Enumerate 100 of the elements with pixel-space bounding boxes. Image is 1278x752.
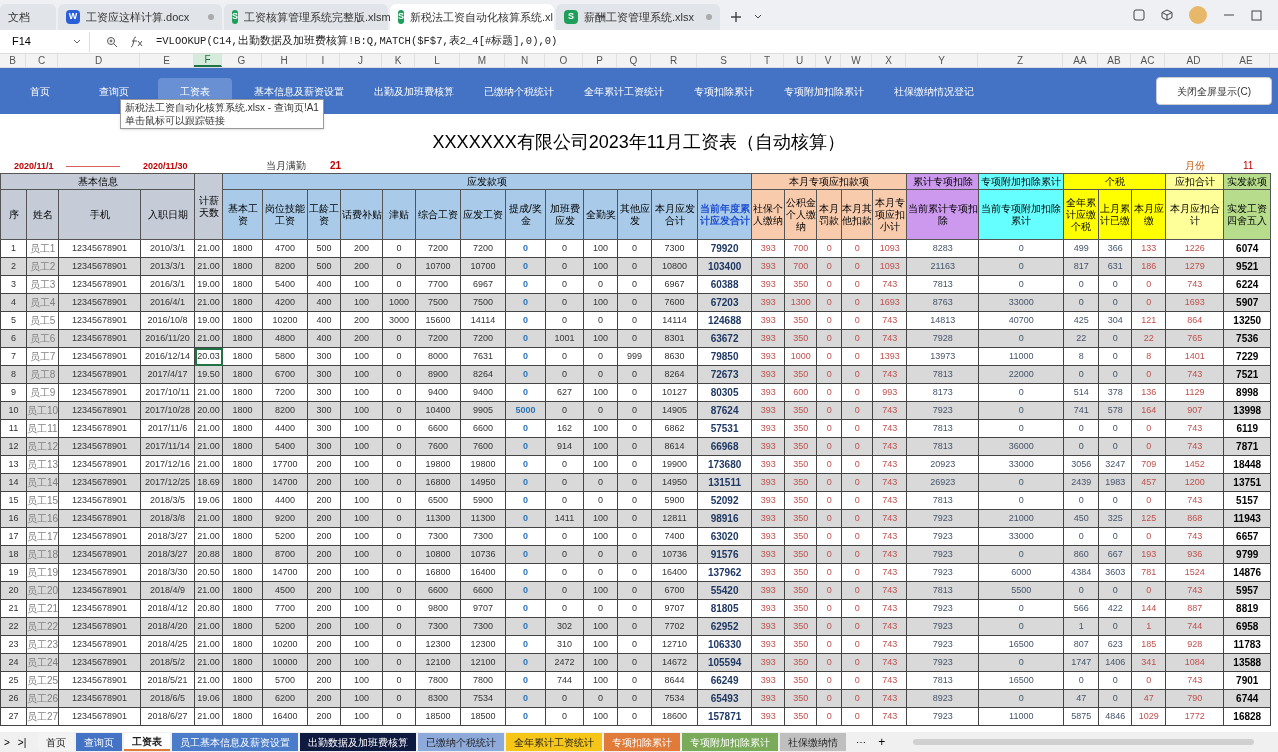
table-cell[interactable]: 0 bbox=[505, 257, 546, 276]
table-cell[interactable]: 0 bbox=[978, 689, 1064, 708]
table-cell[interactable]: 8923 bbox=[906, 689, 979, 708]
table-cell[interactable]: 21.00 bbox=[194, 509, 223, 528]
table-cell[interactable]: 0 bbox=[617, 473, 652, 492]
table-cell[interactable]: 0 bbox=[841, 257, 873, 276]
table-cell[interactable]: 0 bbox=[617, 329, 652, 348]
table-cell[interactable]: 0 bbox=[505, 473, 546, 492]
table-cell[interactable]: 0 bbox=[841, 689, 873, 708]
table-cell[interactable]: 743 bbox=[1165, 671, 1224, 690]
table-cell[interactable]: 8283 bbox=[906, 239, 979, 258]
table-cell[interactable]: 63020 bbox=[697, 527, 752, 546]
last-sheet-button[interactable]: >| bbox=[13, 734, 31, 750]
table-cell[interactable]: 12345678901 bbox=[58, 455, 141, 474]
table-cell[interactable]: 0 bbox=[382, 509, 416, 528]
table-cell[interactable]: 0 bbox=[583, 545, 618, 564]
table-cell[interactable]: 0 bbox=[1098, 347, 1132, 366]
column-letter[interactable]: F bbox=[194, 54, 222, 67]
table-cell[interactable]: 0 bbox=[816, 401, 842, 420]
table-cell[interactable]: 7813 bbox=[906, 671, 979, 690]
table-cell[interactable]: 12345678901 bbox=[58, 365, 141, 384]
table-cell[interactable]: 7600 bbox=[460, 437, 506, 456]
column-letter[interactable]: L bbox=[415, 54, 460, 67]
table-cell[interactable]: 19.06 bbox=[194, 491, 223, 510]
table-cell[interactable]: 200 bbox=[340, 239, 383, 258]
table-cell[interactable]: 0 bbox=[382, 491, 416, 510]
table-cell[interactable]: 393 bbox=[751, 437, 785, 456]
table-cell[interactable]: 21.00 bbox=[194, 383, 223, 402]
table-cell[interactable]: 5000 bbox=[505, 401, 546, 420]
table-cell[interactable]: 21.00 bbox=[194, 671, 223, 690]
table-cell[interactable]: 300 bbox=[307, 437, 341, 456]
table-cell[interactable]: 864 bbox=[1165, 311, 1224, 330]
table-cell[interactable]: 200 bbox=[307, 527, 341, 546]
table-cell[interactable]: 106330 bbox=[697, 635, 752, 654]
table-cell[interactable]: 7923 bbox=[906, 653, 979, 672]
table-cell[interactable]: 100 bbox=[583, 257, 618, 276]
table-cell[interactable]: 0 bbox=[1098, 689, 1132, 708]
table-cell[interactable]: 0 bbox=[841, 617, 873, 636]
table-cell[interactable]: 100 bbox=[340, 653, 383, 672]
table-cell[interactable]: 60388 bbox=[697, 275, 752, 294]
table-cell[interactable]: 5907 bbox=[1223, 293, 1271, 312]
table-cell[interactable]: 2017/12/16 bbox=[140, 455, 195, 474]
table-cell[interactable]: 40700 bbox=[978, 311, 1064, 330]
formula-text[interactable]: =VLOOKUP(C14,出勤数据及加班费核算!B:Q,MATCH($F$7,表2_4[#标题],0),0) bbox=[156, 33, 558, 50]
table-cell[interactable]: 0 bbox=[505, 329, 546, 348]
table-cell[interactable]: 0 bbox=[382, 635, 416, 654]
table-cell[interactable]: 3056 bbox=[1063, 455, 1099, 474]
table-cell[interactable]: 1800 bbox=[222, 527, 263, 546]
table-cell[interactable]: 21.00 bbox=[194, 653, 223, 672]
sheet-tab[interactable]: 工资表 bbox=[124, 733, 171, 751]
table-cell[interactable]: 1800 bbox=[222, 581, 263, 600]
table-cell[interactable]: 0 bbox=[816, 311, 842, 330]
table-cell[interactable]: 0 bbox=[841, 707, 873, 726]
table-cell[interactable]: 员工17 bbox=[26, 527, 59, 546]
table-cell[interactable]: 11783 bbox=[1223, 635, 1271, 654]
table-cell[interactable]: 55420 bbox=[697, 581, 752, 600]
table-cell[interactable]: 700 bbox=[784, 257, 817, 276]
table-cell[interactable]: 16500 bbox=[978, 671, 1064, 690]
table-cell[interactable]: 10800 bbox=[415, 545, 461, 564]
table-cell[interactable]: 0 bbox=[816, 347, 842, 366]
table-cell[interactable]: 13250 bbox=[1223, 311, 1271, 330]
table-cell[interactable]: 3000 bbox=[382, 311, 416, 330]
table-cell[interactable]: 8819 bbox=[1223, 599, 1271, 618]
sheet-tab[interactable]: 员工基本信息及薪资设置 bbox=[172, 733, 299, 751]
table-cell[interactable]: 1000 bbox=[784, 347, 817, 366]
table-cell[interactable]: 366 bbox=[1098, 239, 1132, 258]
table-cell[interactable]: 0 bbox=[841, 581, 873, 600]
table-cell[interactable]: 0 bbox=[1131, 293, 1166, 312]
table-cell[interactable]: 19.50 bbox=[194, 365, 223, 384]
table-cell[interactable]: 1226 bbox=[1165, 239, 1224, 258]
table-cell[interactable]: 8630 bbox=[651, 347, 698, 366]
table-cell[interactable]: 0 bbox=[545, 491, 584, 510]
table-cell[interactable]: 0 bbox=[382, 581, 416, 600]
table-cell[interactable]: 0 bbox=[841, 347, 873, 366]
table-cell[interactable]: 21.00 bbox=[194, 617, 223, 636]
nav-link[interactable]: 已缴纳个税统计 bbox=[476, 78, 562, 104]
table-cell[interactable]: 0 bbox=[617, 707, 652, 726]
table-cell[interactable]: 7534 bbox=[460, 689, 506, 708]
sheet-tab[interactable]: 出勤数据及加班费核算 bbox=[300, 733, 417, 751]
table-cell[interactable]: 21.00 bbox=[194, 437, 223, 456]
table-cell[interactable]: 393 bbox=[751, 563, 785, 582]
table-cell[interactable]: 12345678901 bbox=[58, 419, 141, 438]
column-letter[interactable]: G bbox=[222, 54, 262, 67]
table-cell[interactable]: 743 bbox=[1165, 527, 1224, 546]
table-cell[interactable]: 743 bbox=[1165, 491, 1224, 510]
table-cell[interactable]: 743 bbox=[872, 671, 907, 690]
table-cell[interactable]: 100 bbox=[583, 581, 618, 600]
table-cell[interactable]: 8900 bbox=[415, 365, 461, 384]
table-cell[interactable]: 0 bbox=[978, 599, 1064, 618]
table-cell[interactable]: 0 bbox=[617, 635, 652, 654]
table-cell[interactable]: 0 bbox=[816, 437, 842, 456]
table-cell[interactable]: 12345678901 bbox=[58, 473, 141, 492]
table-cell[interactable]: 393 bbox=[751, 257, 785, 276]
close-fullscreen-button[interactable]: 关闭全屏显示(C) bbox=[1156, 77, 1272, 105]
table-cell[interactable]: 100 bbox=[340, 635, 383, 654]
table-cell[interactable]: 3247 bbox=[1098, 455, 1132, 474]
table-cell[interactable]: 928 bbox=[1165, 635, 1224, 654]
table-cell[interactable]: 2472 bbox=[545, 653, 584, 672]
table-cell[interactable]: 13 bbox=[0, 455, 27, 474]
table-cell[interactable]: 7300 bbox=[415, 617, 461, 636]
